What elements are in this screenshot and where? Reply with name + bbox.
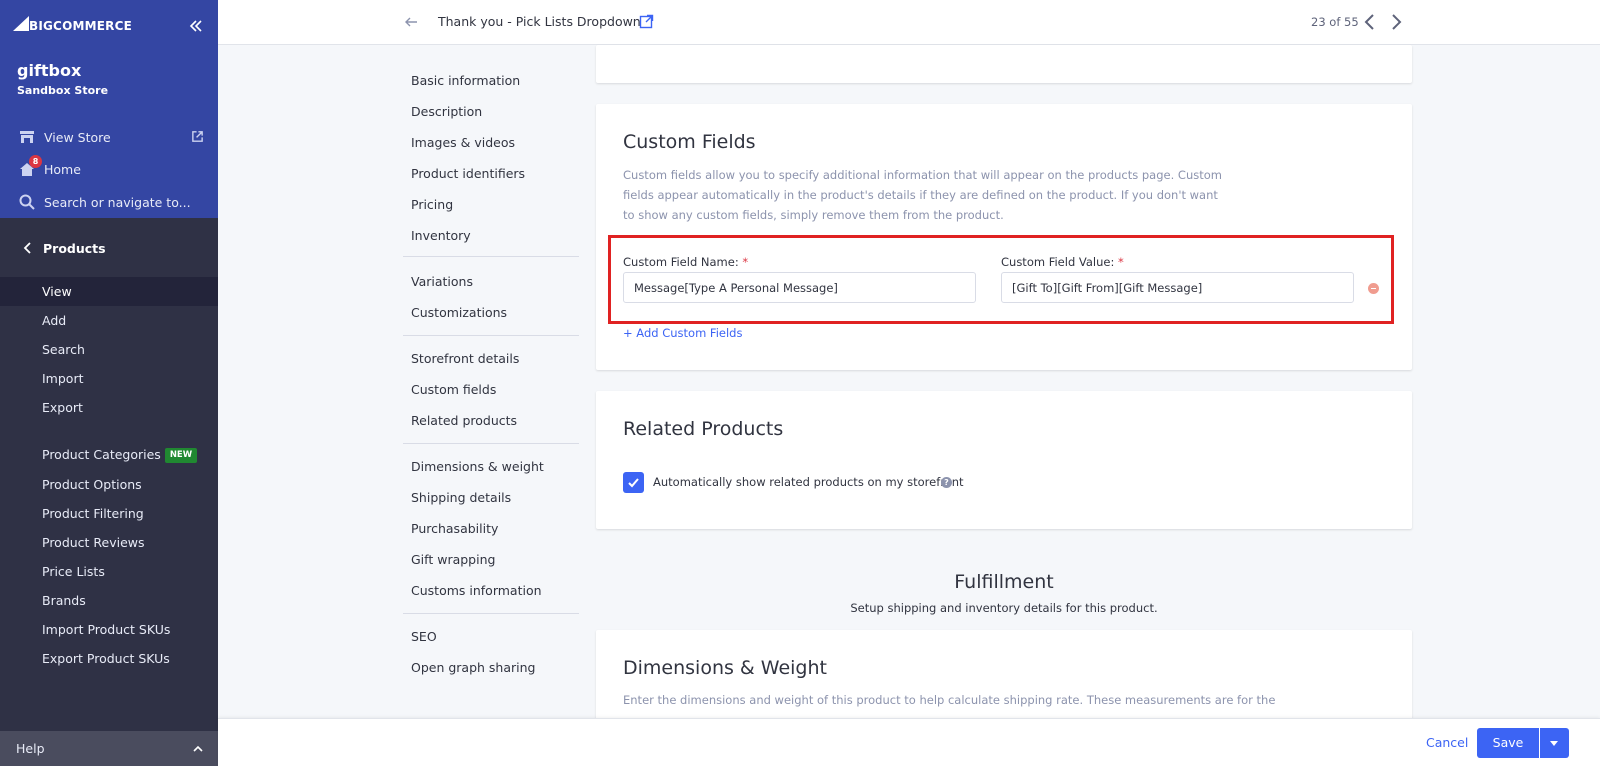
home-link[interactable]: Home xyxy=(18,160,81,178)
notification-badge: 8 xyxy=(29,155,42,168)
custom-field-value-input[interactable] xyxy=(1001,272,1354,303)
products-section-title: Products xyxy=(43,240,106,256)
nav-images-videos[interactable]: Images & videos xyxy=(411,135,515,150)
custom-field-value-label: Custom Field Value: * xyxy=(1001,255,1124,269)
nav-basic-information[interactable]: Basic information xyxy=(411,73,520,88)
nav-shipping-details[interactable]: Shipping details xyxy=(411,490,511,505)
products-section-back[interactable]: Products xyxy=(0,235,218,261)
sidebar-store-panel: BIGCOMMERCE giftbox Sandbox Store View S… xyxy=(0,0,218,218)
sidebar-item-product-reviews[interactable]: Product Reviews xyxy=(0,528,218,557)
page-title: Thank you - Pick Lists Dropdown xyxy=(438,14,641,29)
nav-divider xyxy=(403,335,579,336)
sidebar-item-import-product-skus[interactable]: Import Product SKUs xyxy=(0,615,218,644)
nav-customizations[interactable]: Customizations xyxy=(411,305,507,320)
related-products-card: Related Products xyxy=(596,391,1412,529)
custom-field-name-label: Custom Field Name: * xyxy=(623,255,748,269)
checkmark-icon xyxy=(628,478,639,488)
nav-inventory[interactable]: Inventory xyxy=(411,228,471,243)
nav-divider xyxy=(403,613,579,614)
related-products-title: Related Products xyxy=(623,418,784,440)
nav-divider xyxy=(403,443,579,444)
nav-seo[interactable]: SEO xyxy=(411,629,437,644)
sidebar: BIGCOMMERCE giftbox Sandbox Store View S… xyxy=(0,0,218,766)
nav-gift-wrapping[interactable]: Gift wrapping xyxy=(411,552,495,567)
chevron-right-icon[interactable] xyxy=(1389,13,1403,31)
chevron-up-icon xyxy=(193,745,203,752)
nav-related-products[interactable]: Related products xyxy=(411,413,517,428)
help-icon[interactable]: ? xyxy=(941,477,952,488)
sidebar-item-export[interactable]: Export xyxy=(0,393,218,422)
top-header: Thank you - Pick Lists Dropdown 23 of 55 xyxy=(218,0,1600,45)
store-name: giftbox xyxy=(17,61,82,80)
nav-purchasability[interactable]: Purchasability xyxy=(411,521,498,536)
nav-pricing[interactable]: Pricing xyxy=(411,197,453,212)
sidebar-item-brands[interactable]: Brands xyxy=(0,586,218,615)
nav-variations[interactable]: Variations xyxy=(411,274,473,289)
label-text: Custom Field Name: xyxy=(623,255,739,269)
sidebar-item-search[interactable]: Search xyxy=(0,335,218,364)
sidebar-item-product-options[interactable]: Product Options xyxy=(0,470,218,499)
dimensions-weight-title: Dimensions & Weight xyxy=(623,657,827,679)
bigcommerce-logo[interactable]: BIGCOMMERCE xyxy=(11,13,132,33)
store-type: Sandbox Store xyxy=(17,84,109,97)
required-mark: * xyxy=(742,255,749,269)
sidebar-item-price-lists[interactable]: Price Lists xyxy=(0,557,218,586)
nav-description[interactable]: Description xyxy=(411,104,482,119)
new-badge: NEW xyxy=(164,448,198,463)
fulfillment-title: Fulfillment xyxy=(954,571,1054,593)
add-custom-fields-link[interactable]: + Add Custom Fields xyxy=(623,326,742,340)
cancel-button[interactable]: Cancel xyxy=(1426,735,1468,750)
nav-open-graph-sharing[interactable]: Open graph sharing xyxy=(411,660,536,675)
storefront-icon xyxy=(20,131,34,143)
nav-custom-fields[interactable]: Custom fields xyxy=(411,382,496,397)
dimensions-weight-description: Enter the dimensions and weight of this … xyxy=(623,693,1276,707)
nav-customs-information[interactable]: Customs information xyxy=(411,583,542,598)
sidebar-item-product-categories[interactable]: Product Categories NEW xyxy=(0,440,218,469)
label-text: Custom Field Value: xyxy=(1001,255,1115,269)
search-navigate-input[interactable]: Search or navigate to... xyxy=(18,193,191,211)
related-products-checkbox-label: Automatically show related products on m… xyxy=(653,475,964,489)
remove-field-icon[interactable] xyxy=(1368,283,1379,294)
sidebar-item-label: Product Categories xyxy=(42,447,161,462)
collapse-sidebar-icon[interactable] xyxy=(188,18,204,34)
nav-dimensions-weight[interactable]: Dimensions & weight xyxy=(411,459,544,474)
chevron-left-icon[interactable] xyxy=(1363,13,1377,31)
custom-fields-title: Custom Fields xyxy=(623,131,756,153)
sidebar-item-import[interactable]: Import xyxy=(0,364,218,393)
bottom-action-bar: Cancel Save xyxy=(218,718,1600,766)
sidebar-item-add[interactable]: Add xyxy=(0,306,218,335)
related-products-checkbox[interactable] xyxy=(623,472,644,493)
previous-section-card xyxy=(596,45,1412,83)
logo-text: BIGCOMMERCE xyxy=(29,19,132,33)
view-store-label: View Store xyxy=(44,129,111,145)
home-label: Home xyxy=(44,161,81,177)
sidebar-item-view[interactable]: View xyxy=(0,277,218,306)
required-mark: * xyxy=(1118,255,1124,269)
custom-field-name-input[interactable] xyxy=(623,272,976,303)
nav-storefront-details[interactable]: Storefront details xyxy=(411,351,519,366)
open-in-new-icon[interactable] xyxy=(639,14,654,29)
save-button[interactable]: Save xyxy=(1477,728,1539,758)
search-placeholder: Search or navigate to... xyxy=(44,194,191,210)
sidebar-item-product-filtering[interactable]: Product Filtering xyxy=(0,499,218,528)
chevron-left-icon xyxy=(23,242,31,254)
fulfillment-subtitle: Setup shipping and inventory details for… xyxy=(850,601,1158,615)
view-store-link[interactable]: View Store xyxy=(18,128,111,146)
dimensions-weight-card: Dimensions & Weight Enter the dimensions… xyxy=(596,630,1412,730)
save-options-dropdown[interactable] xyxy=(1540,728,1569,758)
nav-divider xyxy=(403,256,579,257)
help-label: Help xyxy=(16,741,45,756)
custom-fields-description: Custom fields allow you to specify addit… xyxy=(623,168,1222,222)
nav-product-identifiers[interactable]: Product identifiers xyxy=(411,166,525,181)
sidebar-item-export-product-skus[interactable]: Export Product SKUs xyxy=(0,644,218,673)
pager-count: 23 of 55 xyxy=(1311,15,1359,29)
search-icon xyxy=(19,194,35,210)
back-arrow-icon[interactable] xyxy=(404,15,418,29)
help-bar[interactable]: Help xyxy=(0,731,218,766)
external-link-icon[interactable] xyxy=(191,130,204,143)
